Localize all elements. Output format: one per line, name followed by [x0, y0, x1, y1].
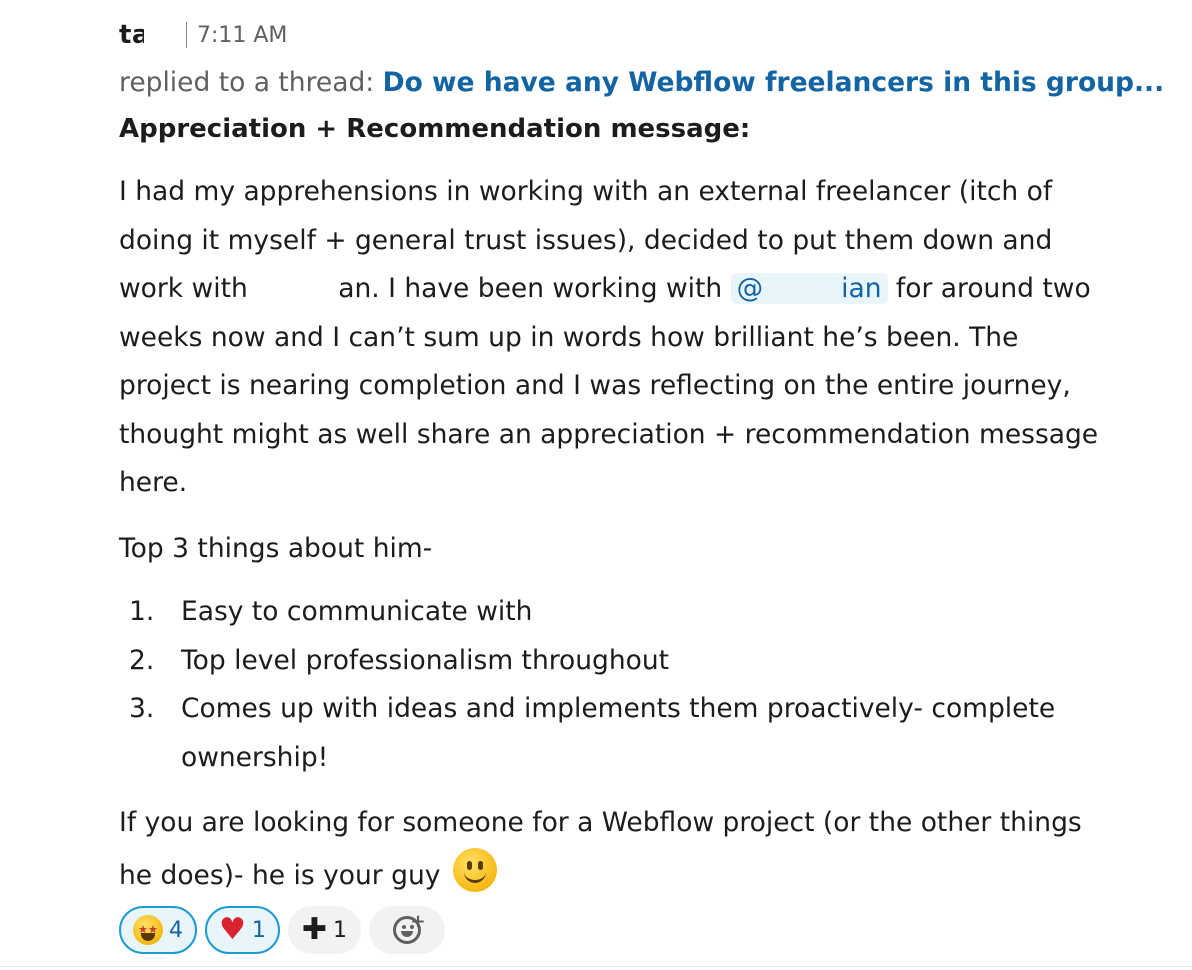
user-mention[interactable]: @ ian [730, 273, 888, 304]
add-reaction-button[interactable]: + [369, 906, 446, 954]
p1-line-6: thought might as well share an appreciat… [119, 418, 1099, 450]
divider [0, 966, 1192, 967]
redacted-mention [763, 276, 842, 300]
list-number: 2. [129, 644, 155, 676]
p1-line-5: project is nearing completion and I was … [119, 370, 1071, 401]
list-item: 3. Comes up with ideas and implements the… [119, 685, 1179, 734]
reaction-heart[interactable]: ♥ 1 [205, 906, 280, 954]
line3-end: for around two [887, 273, 1091, 304]
line3-mid: an. I have been working with [338, 273, 731, 304]
heart-emoji-icon: ♥ [219, 912, 246, 947]
redacted-name [256, 273, 339, 301]
reaction-plus-one[interactable]: ✚ 1 [287, 906, 362, 954]
p1-line-3: work with an. I have been working with @… [119, 265, 1179, 314]
reaction-count: 1 [333, 917, 348, 943]
list-number [119, 734, 181, 783]
p1-line-1: I had my apprehensions in working with a… [119, 176, 1053, 207]
reactions-bar: ★ ★ 4 ♥ 1 ✚ 1 + [119, 906, 446, 954]
mention-end: ian [841, 273, 882, 304]
plus-one-emoji-icon: ✚ [301, 912, 328, 947]
list-number: 3. [129, 693, 155, 724]
reaction-star-struck[interactable]: ★ ★ 4 [119, 906, 197, 954]
paragraph-3: If you are looking for someone for a Web… [119, 799, 1179, 900]
reaction-count: 4 [169, 917, 183, 943]
p1-line-4: weeks now and I can’t sum up in words ho… [119, 321, 1019, 353]
list-item: 1. Easy to communicate with [119, 588, 1179, 637]
p1-line-7: here. [119, 467, 188, 498]
thread-prefix: replied to a thread: [119, 67, 383, 98]
list-item: ownership! [119, 734, 1179, 783]
thread-reply-line: replied to a thread: Do we have any Webf… [119, 58, 1179, 108]
message-heading: Appreciation + Recommendation message: [119, 114, 751, 144]
list-text: ownership! [181, 741, 329, 773]
p1-line-2: doing it myself + general trust issues),… [119, 224, 1053, 256]
list-text: Easy to communicate with [181, 596, 533, 627]
thread-link[interactable]: Do we have any Webflow freelancers in th… [383, 67, 1165, 98]
header-divider [185, 22, 187, 48]
paragraph-2: Top 3 things about him- [119, 532, 433, 564]
p3-line-2-text: he does)- he is your guy [119, 859, 449, 891]
mention-at: @ [736, 273, 764, 304]
list-text: Comes up with ideas and implements them … [181, 693, 1056, 724]
numbered-list: 1. Easy to communicate with 2. Top level p… [119, 588, 1179, 782]
star-struck-emoji-icon: ★ ★ [133, 915, 163, 945]
paragraph-1: I had my apprehensions in working with a… [119, 168, 1179, 508]
message-header: ta 7:11 AM [119, 14, 1179, 56]
list-item: 2. Top level professionalism throughout [119, 637, 1179, 686]
p3-line-1: If you are looking for someone for a Web… [119, 807, 1082, 838]
slightly-smiling-face-icon [452, 847, 497, 892]
list-number: 1. [129, 596, 155, 627]
message: ta 7:11 AM replied to a thread: Do we ha… [119, 14, 1179, 900]
p3-line-2: he does)- he is your guy [119, 847, 1179, 901]
redacted-name [143, 20, 172, 50]
reaction-count: 1 [251, 917, 266, 943]
timestamp[interactable]: 7:11 AM [197, 23, 287, 48]
line3-start: work with [119, 273, 257, 304]
list-text: Top level professionalism throughout [181, 644, 670, 676]
